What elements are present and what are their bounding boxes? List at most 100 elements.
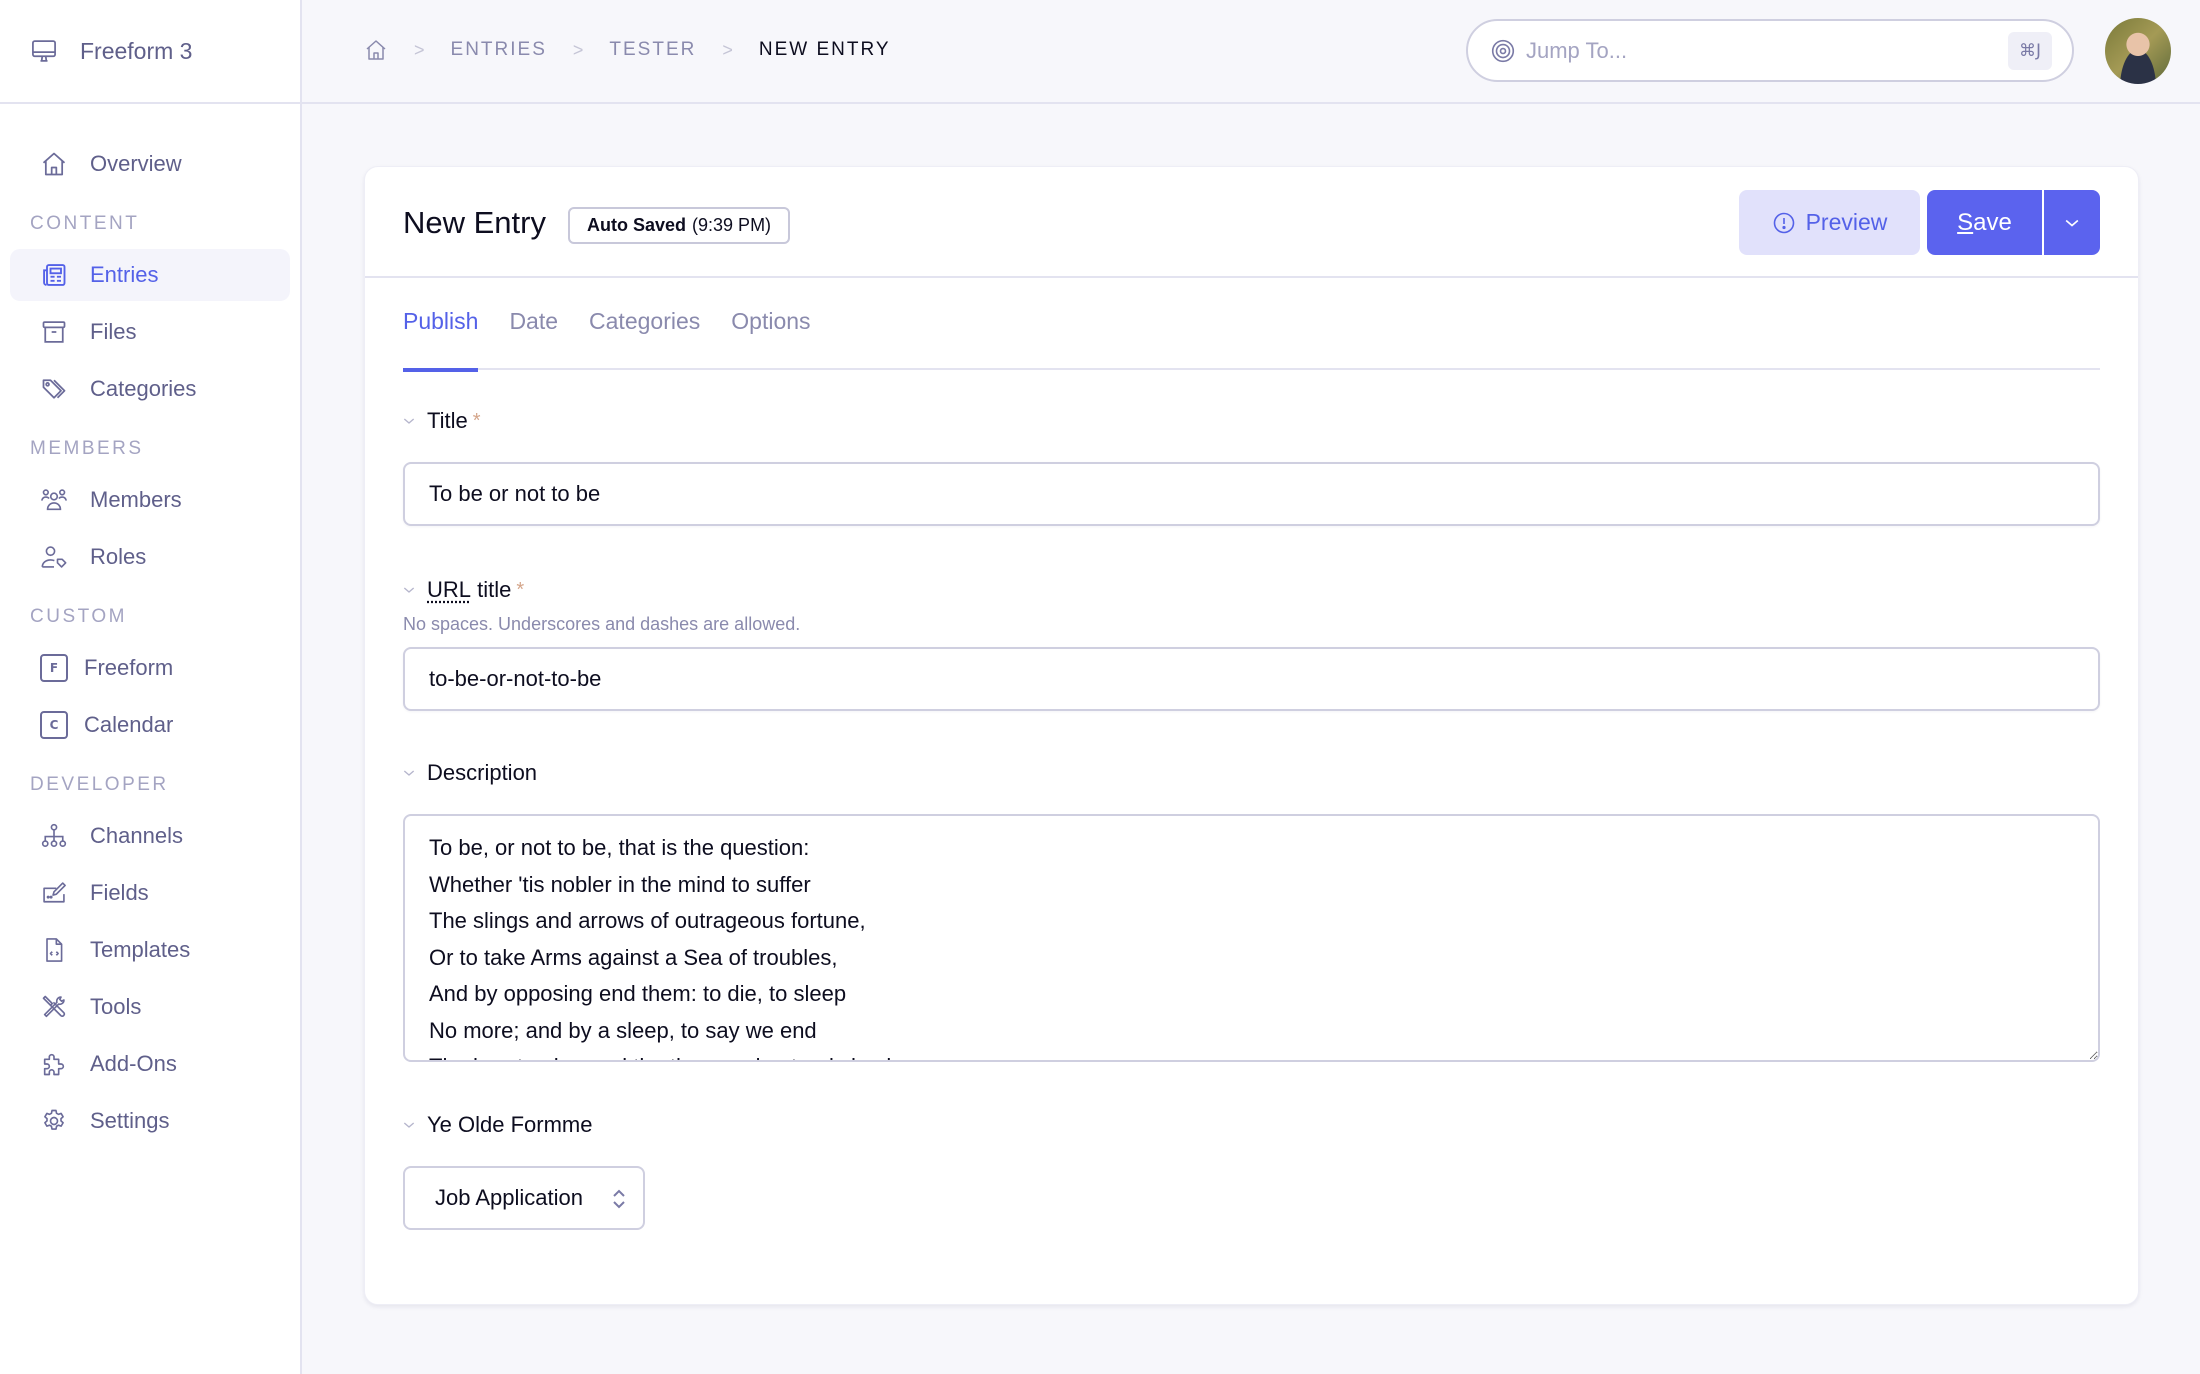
alert-circle-icon <box>1773 212 1794 233</box>
autosave-badge: Auto Saved (9:39 PM) <box>568 207 791 244</box>
sidebar-item-label: Categories <box>90 376 197 401</box>
description-field: Description <box>403 759 2100 1067</box>
tab-publish[interactable]: Publish <box>403 298 479 372</box>
section-title-members: MEMBERS <box>30 438 144 459</box>
tags-icon <box>42 379 66 399</box>
chevron-down-icon[interactable] <box>401 413 417 429</box>
sidebar-item-label: Fields <box>90 880 149 905</box>
user-avatar[interactable] <box>2105 18 2171 84</box>
required-marker: * <box>516 578 525 601</box>
sidebar-item-label: Freeform <box>84 655 174 680</box>
title-field-label[interactable]: Title * <box>403 407 2100 435</box>
home-icon <box>42 152 66 176</box>
breadcrumb-separator: > <box>414 39 425 60</box>
autosave-time: (9:39 PM) <box>692 215 772 235</box>
sidebar-item-members[interactable]: Members <box>10 474 290 526</box>
shortcut-hint: ⌘J <box>2008 31 2052 70</box>
autosave-label: Auto Saved <box>587 215 687 235</box>
save-options-dropdown[interactable] <box>2044 190 2100 255</box>
sidebar-item-label: Templates <box>90 937 191 962</box>
tools-icon <box>42 995 66 1018</box>
sidebar-item-settings[interactable]: Settings <box>10 1095 290 1147</box>
sidebar-item-label: Entries <box>90 262 159 287</box>
monitor-icon <box>32 40 56 62</box>
sidebar-item-label: Files <box>90 319 137 344</box>
url-title-field-label[interactable]: URL title * <box>403 576 2100 604</box>
target-icon <box>1491 39 1515 62</box>
tab-options[interactable]: Options <box>731 298 810 370</box>
form-edit-icon <box>43 882 66 903</box>
chevron-down-icon[interactable] <box>401 1117 417 1133</box>
brand-name: Freeform 3 <box>80 37 193 64</box>
breadcrumb-separator: > <box>572 39 584 60</box>
sidebar-item-label: Tools <box>90 994 142 1019</box>
puzzle-icon <box>43 1053 65 1076</box>
section-title-developer: DEVELOPER <box>30 774 169 795</box>
jump-to-search[interactable]: ⌘J <box>1466 19 2074 82</box>
sidebar: Freeform 3 Overview CONTENT Entries File… <box>0 0 302 1374</box>
sidebar-item-templates[interactable]: Templates <box>10 924 290 976</box>
home-icon[interactable] <box>364 38 388 62</box>
sidebar-item-entries[interactable]: Entries <box>10 249 290 301</box>
save-label: ave <box>1973 208 2012 236</box>
breadcrumb-current: NEW ENTRY <box>758 39 891 60</box>
chevron-down-icon[interactable] <box>401 582 417 598</box>
sidebar-item-fields[interactable]: Fields <box>10 867 290 919</box>
sidebar-item-label: Roles <box>90 544 147 569</box>
preview-label: Preview <box>1805 209 1888 235</box>
freeform-letter-icon: F <box>40 654 68 682</box>
entry-card-header: New Entry Auto Saved (9:39 PM) Preview S… <box>365 167 2138 278</box>
tab-categories[interactable]: Categories <box>589 298 700 370</box>
page-title: New Entry <box>403 205 546 240</box>
sidebar-item-addons[interactable]: Add-Ons <box>10 1038 290 1090</box>
sidebar-item-label: Channels <box>90 823 183 848</box>
title-input[interactable] <box>403 462 2100 526</box>
sidebar-item-overview[interactable]: Overview <box>10 138 290 190</box>
save-label-mnemonic: S <box>1957 208 1974 236</box>
url-title-help: No spaces. Underscores and dashes are al… <box>403 614 801 634</box>
url-title-label: title <box>471 577 512 602</box>
sidebar-item-label: Overview <box>90 151 182 176</box>
sidebar-nav: Overview CONTENT Entries Files Categorie… <box>0 104 300 1147</box>
form-label: Ye Olde Formme <box>427 1112 593 1137</box>
sidebar-item-channels[interactable]: Channels <box>10 810 290 862</box>
chevron-down-icon[interactable] <box>401 765 417 781</box>
sidebar-item-label: Settings <box>90 1108 170 1133</box>
sidebar-item-label: Members <box>90 487 182 512</box>
sidebar-item-calendar[interactable]: C Calendar <box>10 699 290 751</box>
breadcrumb-separator: > <box>722 39 733 60</box>
url-title-input[interactable] <box>403 647 2100 711</box>
form-select-value: Job Application <box>435 1185 583 1210</box>
required-marker: * <box>472 409 481 432</box>
user-tag-icon <box>41 546 67 568</box>
breadcrumb-tester[interactable]: TESTER <box>609 39 696 61</box>
entry-card: New Entry Auto Saved (9:39 PM) Preview S… <box>364 166 2139 1305</box>
sidebar-item-tools[interactable]: Tools <box>10 981 290 1033</box>
sidebar-item-label: Add-Ons <box>90 1051 177 1076</box>
tab-date[interactable]: Date <box>509 298 558 370</box>
section-title-content: CONTENT <box>30 213 140 234</box>
sidebar-item-categories[interactable]: Categories <box>10 363 290 415</box>
users-icon <box>40 489 68 511</box>
description-label: Description <box>427 760 538 785</box>
chevron-up-down-icon <box>613 1189 625 1209</box>
preview-button[interactable]: Preview <box>1739 190 1920 255</box>
sitemap-icon <box>41 823 67 847</box>
description-textarea[interactable] <box>403 814 2100 1062</box>
sidebar-item-roles[interactable]: Roles <box>10 531 290 583</box>
sidebar-item-files[interactable]: Files <box>10 306 290 358</box>
description-field-label[interactable]: Description <box>403 759 2100 787</box>
breadcrumb-entries[interactable]: ENTRIES <box>451 39 547 61</box>
form-field: Ye Olde Formme Job Application <box>403 1111 2100 1230</box>
url-abbreviation: URL <box>427 577 472 602</box>
jump-to-input[interactable] <box>1526 37 2008 64</box>
sidebar-item-label: Calendar <box>84 712 174 737</box>
brand[interactable]: Freeform 3 <box>0 0 300 104</box>
sidebar-item-freeform[interactable]: F Freeform <box>10 642 290 694</box>
gear-icon <box>44 1109 64 1130</box>
save-button[interactable]: Save <box>1927 190 2042 255</box>
form-field-label[interactable]: Ye Olde Formme <box>403 1111 2100 1139</box>
form-select[interactable]: Job Application <box>403 1166 645 1230</box>
url-title-field: URL title * No spaces. Underscores and d… <box>403 576 2100 711</box>
top-header: > ENTRIES > TESTER > NEW ENTRY ⌘J <box>302 0 2200 104</box>
